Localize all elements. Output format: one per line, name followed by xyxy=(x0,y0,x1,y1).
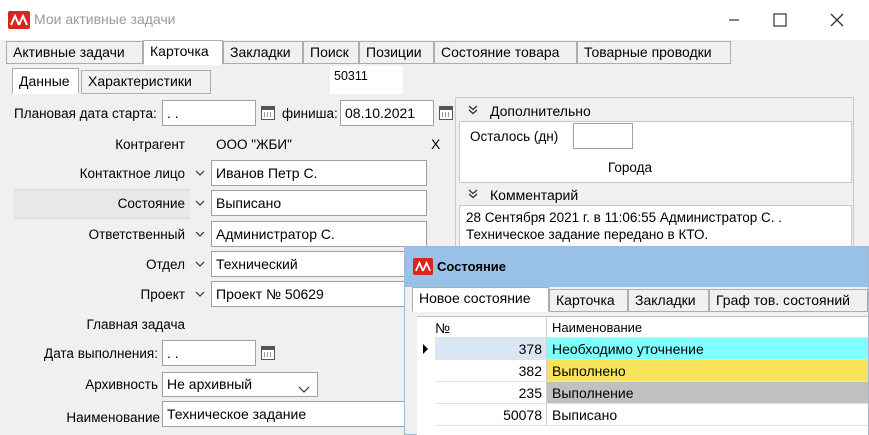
extra-section-title: Дополнительно xyxy=(490,103,591,119)
responsible-chevron-down-icon[interactable] xyxy=(190,221,210,247)
tab-goods-state[interactable]: Состояние товара xyxy=(434,41,577,64)
row-num: 382 xyxy=(435,360,547,382)
tab-card[interactable]: Карточка xyxy=(143,40,223,65)
main-task-label: Главная задача xyxy=(86,317,185,332)
department-label: Отдел xyxy=(145,257,185,272)
close-button[interactable] xyxy=(814,4,860,36)
row-name: Необходимо уточнение xyxy=(547,338,868,360)
task-number: 50311 xyxy=(334,69,368,83)
dialog-tab-card[interactable]: Карточка xyxy=(549,289,628,312)
row-name: Выполнение xyxy=(547,382,868,404)
app-logo-icon xyxy=(8,11,30,29)
comment-line-2: Техническое задание передано в КТО. xyxy=(466,227,709,242)
due-date-input[interactable]: . . xyxy=(162,340,256,366)
days-left-label: Осталось (дн) xyxy=(470,129,559,144)
minimize-icon xyxy=(729,19,739,21)
responsible-label: Ответственный xyxy=(88,227,185,242)
name-input[interactable]: Техническое задание xyxy=(162,401,427,427)
contact-input[interactable]: Иванов Петр С. xyxy=(211,160,427,186)
contact-chevron-down-icon[interactable] xyxy=(190,160,210,186)
tab-positions[interactable]: Позиции xyxy=(359,41,434,64)
finish-date-input[interactable]: 08.10.2021 xyxy=(340,100,434,126)
state-grid: № Наименование 378 Необходимо уточнение 38… xyxy=(417,316,868,435)
start-calendar-icon[interactable] xyxy=(261,106,275,120)
counterparty-label: Контрагент xyxy=(115,137,185,152)
project-label: Проект xyxy=(140,287,185,302)
dialog-title: Состояние xyxy=(437,259,507,274)
archive-chevron-down-icon[interactable] xyxy=(298,380,310,396)
tab-active-tasks[interactable]: Активные задачи xyxy=(6,41,143,64)
contact-label: Контактное лицо xyxy=(79,166,185,181)
project-chevron-down-icon[interactable] xyxy=(190,281,210,307)
state-label: Состояние xyxy=(117,196,185,211)
extra-section-header[interactable]: Дополнительно xyxy=(460,100,852,122)
table-row[interactable]: 382 Выполнено xyxy=(417,360,868,382)
department-chevron-down-icon[interactable] xyxy=(190,251,210,277)
state-chevron-down-icon[interactable] xyxy=(190,190,210,216)
row-indicator xyxy=(417,360,435,382)
days-left-input[interactable] xyxy=(573,123,633,149)
subtab-characteristics[interactable]: Характеристики xyxy=(81,70,211,94)
comment-section-title: Комментарий xyxy=(490,187,579,203)
col-header-name[interactable]: Наименование xyxy=(547,317,868,338)
dialog-tab-state-graph[interactable]: Граф тов. состояний xyxy=(709,289,868,312)
grid-header: № Наименование xyxy=(417,317,868,338)
dialog-tab-new-state[interactable]: Новое состояние xyxy=(412,287,549,312)
dialog-tab-bookmarks[interactable]: Закладки xyxy=(628,289,709,312)
current-row-arrow-icon xyxy=(417,338,435,360)
counterparty-value[interactable]: ООО "ЖБИ" xyxy=(216,137,292,152)
subtab-data[interactable]: Данные xyxy=(12,68,79,94)
table-row[interactable]: 50078 Выписано xyxy=(417,404,868,426)
finish-label: финиша: xyxy=(282,106,338,121)
window-title: Мои активные задачи xyxy=(34,11,176,27)
tab-goods-postings[interactable]: Товарные проводки xyxy=(577,41,731,64)
collapse-chevron-icon xyxy=(468,184,478,206)
cities-label: Города xyxy=(608,160,653,175)
row-num: 235 xyxy=(435,382,547,404)
table-row[interactable]: 235 Выполнение xyxy=(417,382,868,404)
row-num: 50078 xyxy=(435,404,547,426)
maximize-icon xyxy=(773,13,787,27)
col-header-num[interactable]: № xyxy=(435,317,547,338)
tab-search[interactable]: Поиск xyxy=(303,41,359,64)
department-input[interactable]: Технический xyxy=(211,251,427,277)
project-input[interactable]: Проект № 50629 xyxy=(211,281,427,307)
comment-section-header[interactable]: Комментарий xyxy=(460,184,852,206)
minimize-button[interactable] xyxy=(711,4,757,36)
row-name: Выписано xyxy=(547,404,868,426)
state-dialog: Состояние Новое состояние Карточка Закла… xyxy=(404,246,869,435)
state-input[interactable]: Выписано xyxy=(211,190,427,216)
window-title-bar: Мои активные задачи xyxy=(0,0,869,40)
due-date-calendar-icon[interactable] xyxy=(261,346,275,360)
row-indicator xyxy=(417,404,435,426)
name-label: Наименование xyxy=(66,410,160,425)
archive-label: Архивность xyxy=(85,377,158,392)
comment-line-1: 28 Сентября 2021 г. в 11:06:55 Администр… xyxy=(466,210,783,225)
counterparty-clear-button[interactable]: X xyxy=(431,136,440,152)
finish-calendar-icon[interactable] xyxy=(439,106,453,120)
close-icon xyxy=(830,13,844,27)
responsible-input[interactable]: Администратор С. xyxy=(211,221,427,247)
table-row[interactable]: 378 Необходимо уточнение xyxy=(417,338,868,360)
collapse-chevron-icon xyxy=(468,100,478,122)
start-date-label: Плановая дата старта: xyxy=(14,106,157,121)
maximize-button[interactable] xyxy=(757,4,803,36)
row-indicator xyxy=(417,382,435,404)
start-date-input[interactable]: . . xyxy=(162,100,256,126)
due-date-label: Дата выполнения: xyxy=(44,346,158,361)
dialog-title-bar: Состояние xyxy=(405,247,868,287)
tab-bookmarks[interactable]: Закладки xyxy=(223,41,303,64)
archive-select[interactable]: Не архивный xyxy=(162,372,318,397)
row-num: 378 xyxy=(435,338,547,360)
row-name: Выполнено xyxy=(547,360,868,382)
dialog-logo-icon xyxy=(413,258,433,275)
